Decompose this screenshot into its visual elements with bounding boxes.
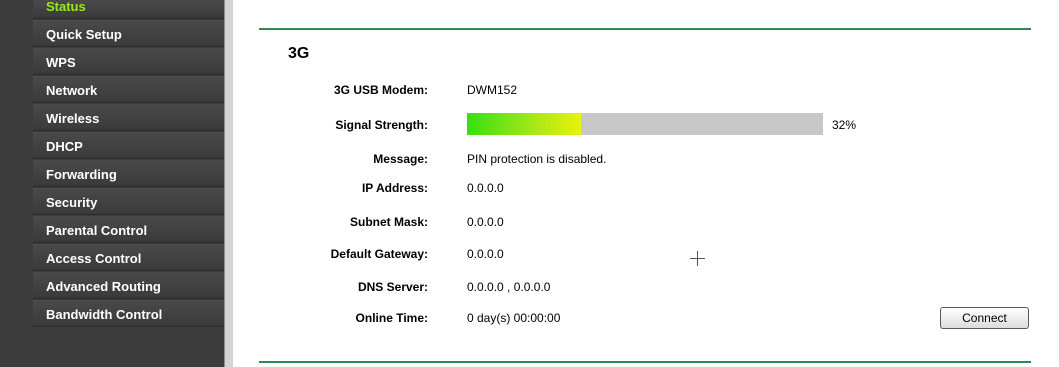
signal-label: Signal Strength: — [335, 118, 428, 132]
sidebar-item-forwarding[interactable]: Forwarding — [33, 160, 225, 187]
sidebar-item-status[interactable]: Status — [33, 0, 225, 19]
crosshair-cursor-icon — [690, 251, 705, 266]
sidebar-item-security[interactable]: Security — [33, 188, 225, 215]
dns-label: DNS Server: — [357, 280, 428, 294]
connect-button[interactable]: Connect — [940, 307, 1029, 329]
gateway-value: 0.0.0.0 — [467, 247, 504, 261]
online-time-label: Online Time: — [355, 311, 428, 325]
message-label: Message: — [373, 152, 428, 166]
signal-percent: 32% — [832, 118, 857, 132]
modem-label: 3G USB Modem: — [333, 83, 428, 97]
sidebar-item-dhcp[interactable]: DHCP — [33, 132, 225, 159]
ip-value: 0.0.0.0 — [467, 181, 504, 195]
sidebar: Status Quick Setup WPS Network Wireless … — [0, 0, 231, 367]
sidebar-item-wireless[interactable]: Wireless — [33, 104, 225, 131]
sidebar-item-wps[interactable]: WPS — [33, 48, 225, 75]
gateway-label: Default Gateway: — [330, 247, 428, 261]
online-time-value: 0 day(s) 00:00:00 — [467, 311, 561, 325]
subnet-label: Subnet Mask: — [349, 215, 428, 229]
top-divider — [259, 28, 1031, 30]
ip-label: IP Address: — [361, 181, 428, 195]
signal-strength-fill — [467, 113, 581, 135]
sidebar-item-quick-setup[interactable]: Quick Setup — [33, 20, 225, 47]
modem-value: DWM152 — [467, 83, 518, 97]
signal-strength-bar — [467, 113, 823, 135]
sidebar-item-bandwidth-control[interactable]: Bandwidth Control — [33, 300, 225, 327]
dns-value: 0.0.0.0 , 0.0.0.0 — [467, 280, 551, 294]
sidebar-item-advanced-routing[interactable]: Advanced Routing — [33, 272, 225, 299]
subnet-value: 0.0.0.0 — [467, 215, 504, 229]
sidebar-frame-edge — [224, 0, 233, 367]
bottom-divider — [259, 361, 1031, 363]
sidebar-item-network[interactable]: Network — [33, 76, 225, 103]
sidebar-item-access-control[interactable]: Access Control — [33, 244, 225, 271]
message-value: PIN protection is disabled. — [467, 152, 607, 166]
sidebar-item-parental-control[interactable]: Parental Control — [33, 216, 225, 243]
section-title: 3G — [288, 45, 310, 62]
